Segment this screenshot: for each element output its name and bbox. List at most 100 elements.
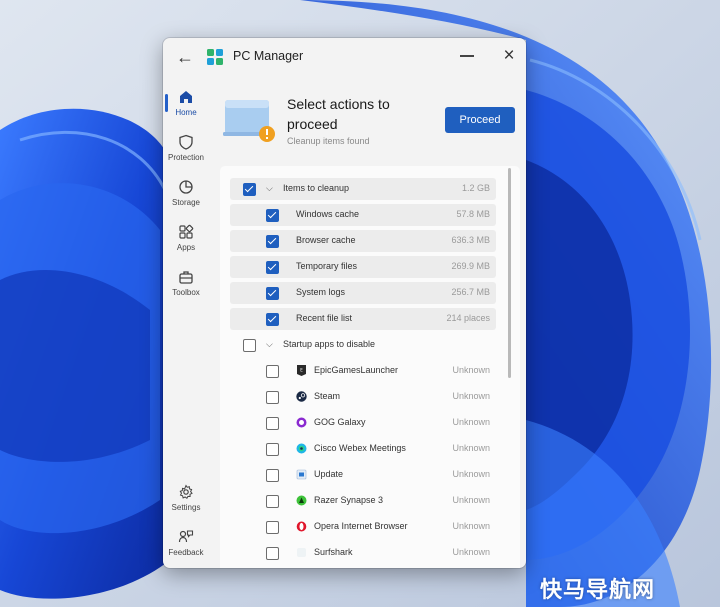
nav-item-feedback[interactable]: Feedback bbox=[163, 522, 209, 566]
home-icon bbox=[180, 91, 192, 103]
page-subtitle: Cleanup items found bbox=[287, 136, 370, 146]
nav-item-apps[interactable]: Apps bbox=[163, 217, 209, 261]
nav-label: Feedback bbox=[168, 548, 204, 557]
page-title: Select actions to proceed bbox=[287, 96, 390, 132]
list-scrollbar[interactable] bbox=[508, 168, 511, 378]
nav-rail: Home Protection Storage Apps Toolbox Set… bbox=[163, 80, 209, 568]
item-label: Surfshark bbox=[314, 547, 353, 557]
nav-label: Settings bbox=[171, 503, 201, 512]
checkbox[interactable] bbox=[266, 547, 279, 560]
list-item[interactable]: Razer Synapse 3 Unknown bbox=[230, 490, 496, 512]
list-item[interactable]: Update Unknown bbox=[230, 464, 496, 486]
item-size: 214 places bbox=[446, 313, 490, 323]
group-size: 1.2 GB bbox=[461, 183, 490, 193]
item-label: Browser cache bbox=[296, 235, 356, 245]
nav-label: Toolbox bbox=[172, 288, 200, 297]
update-icon bbox=[296, 469, 307, 480]
gog-galaxy-icon bbox=[296, 417, 307, 428]
checkbox[interactable] bbox=[266, 417, 279, 430]
active-indicator bbox=[165, 94, 168, 112]
checkbox[interactable] bbox=[266, 287, 279, 300]
group-startup-apps[interactable]: ⌵ Startup apps to disable bbox=[230, 334, 496, 356]
minimize-icon[interactable] bbox=[460, 55, 474, 57]
item-label: Update bbox=[314, 469, 344, 479]
item-status: Unknown bbox=[452, 365, 490, 375]
checkbox[interactable] bbox=[266, 261, 279, 274]
window-title: PC Manager bbox=[233, 49, 304, 63]
list-item[interactable]: Steam Unknown bbox=[230, 386, 496, 408]
checkbox[interactable] bbox=[266, 469, 279, 482]
item-status: Unknown bbox=[452, 469, 490, 479]
item-label: Razer Synapse 3 bbox=[314, 495, 384, 505]
chevron-down-icon[interactable]: ⌵ bbox=[266, 338, 276, 350]
steam-icon bbox=[296, 391, 307, 402]
checkbox[interactable] bbox=[266, 209, 279, 222]
list-item[interactable]: Temporary files 269.9 MB bbox=[230, 256, 496, 278]
group-label: Items to cleanup bbox=[283, 183, 350, 193]
list-item[interactable]: Recent file list 214 places bbox=[230, 308, 496, 330]
item-label: GOG Galaxy bbox=[314, 417, 366, 427]
close-icon[interactable]: × bbox=[501, 46, 517, 65]
watermark-text: 快马导航网 bbox=[540, 578, 656, 603]
item-label: Cisco Webex Meetings bbox=[314, 443, 406, 453]
item-status: Unknown bbox=[452, 495, 490, 505]
list-item[interactable]: Browser cache 636.3 MB bbox=[230, 230, 496, 252]
list-item[interactable]: System logs 256.7 MB bbox=[230, 282, 496, 304]
item-label: Windows cache bbox=[296, 209, 360, 219]
item-label: Opera Internet Browser bbox=[314, 521, 408, 531]
nav-item-home[interactable]: Home bbox=[163, 82, 209, 126]
item-size: 269.9 MB bbox=[451, 261, 490, 271]
list-item[interactable]: GOG Galaxy Unknown bbox=[230, 412, 496, 434]
checkbox-items-to-cleanup[interactable] bbox=[243, 183, 256, 196]
checkbox[interactable] bbox=[266, 495, 279, 508]
folder-warning-illustration bbox=[223, 100, 275, 142]
checkbox[interactable] bbox=[266, 313, 279, 326]
checkbox[interactable] bbox=[266, 391, 279, 404]
chevron-down-icon[interactable]: ⌵ bbox=[266, 182, 276, 194]
list-item[interactable]: Windows cache 57.8 MB bbox=[230, 204, 496, 226]
item-label: Temporary files bbox=[296, 261, 358, 271]
pc-manager-window: ← PC Manager × Home Protection Storage A… bbox=[163, 38, 526, 568]
group-items-to-cleanup[interactable]: ⌵ Items to cleanup 1.2 GB bbox=[230, 178, 496, 200]
list-item[interactable]: Cisco Webex Meetings Unknown bbox=[230, 438, 496, 460]
nav-item-toolbox[interactable]: Toolbox bbox=[163, 262, 209, 306]
checkbox-startup-apps[interactable] bbox=[243, 339, 256, 352]
item-size: 256.7 MB bbox=[451, 287, 490, 297]
toolbox-icon bbox=[179, 271, 193, 284]
checkbox[interactable] bbox=[266, 365, 279, 378]
item-status: Unknown bbox=[452, 391, 490, 401]
list-item[interactable]: Surfshark Unknown bbox=[230, 542, 496, 564]
apps-grid-icon bbox=[179, 224, 194, 239]
list-item[interactable]: Opera Internet Browser Unknown bbox=[230, 516, 496, 538]
item-label: System logs bbox=[296, 287, 346, 297]
feedback-icon bbox=[178, 530, 194, 543]
cleanup-list: ⌵ Items to cleanup 1.2 GB Windows cache … bbox=[220, 166, 520, 568]
shield-icon bbox=[179, 134, 193, 150]
item-status: Unknown bbox=[452, 547, 490, 557]
item-label: Recent file list bbox=[296, 313, 353, 323]
item-label: EpicGamesLauncher bbox=[314, 365, 399, 375]
opera-icon bbox=[296, 521, 307, 532]
nav-item-settings[interactable]: Settings bbox=[163, 477, 209, 521]
epic-games-icon: E bbox=[297, 365, 306, 376]
checkbox[interactable] bbox=[266, 443, 279, 456]
webex-icon bbox=[296, 443, 307, 454]
back-arrow-icon[interactable]: ← bbox=[175, 47, 195, 67]
item-size: 636.3 MB bbox=[451, 235, 490, 245]
title-bar: ← PC Manager × bbox=[163, 38, 526, 76]
nav-label: Storage bbox=[171, 198, 201, 207]
list-item[interactable]: E EpicGamesLauncher Unknown bbox=[230, 360, 496, 382]
nav-label: Protection bbox=[167, 153, 205, 162]
item-status: Unknown bbox=[452, 521, 490, 531]
item-status: Unknown bbox=[452, 417, 490, 427]
proceed-button[interactable]: Proceed bbox=[445, 107, 515, 133]
item-label: Steam bbox=[314, 391, 341, 401]
checkbox[interactable] bbox=[266, 521, 279, 534]
nav-item-protection[interactable]: Protection bbox=[163, 127, 209, 171]
surfshark-icon bbox=[297, 548, 306, 557]
item-size: 57.8 MB bbox=[456, 209, 490, 219]
pie-chart-icon bbox=[179, 180, 193, 194]
checkbox[interactable] bbox=[266, 235, 279, 248]
nav-label: Apps bbox=[176, 243, 196, 252]
nav-item-storage[interactable]: Storage bbox=[163, 172, 209, 216]
